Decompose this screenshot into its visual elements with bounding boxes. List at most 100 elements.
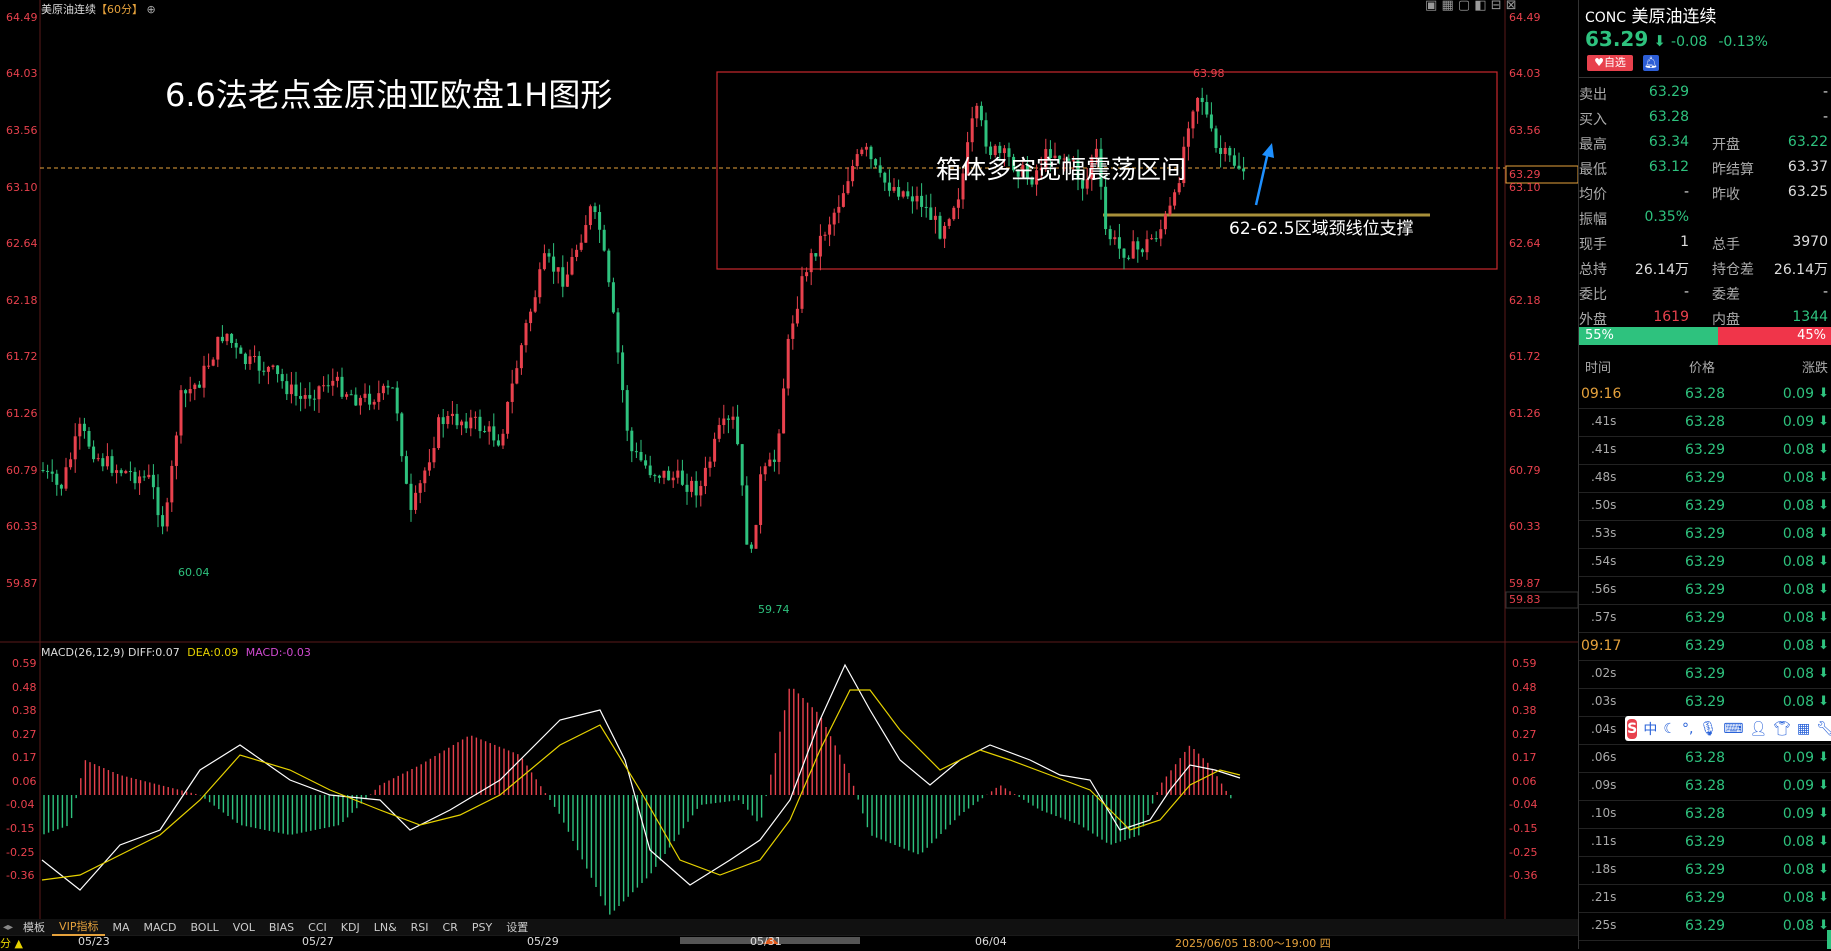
candle-body xyxy=(1104,186,1108,230)
tab-vol[interactable]: VOL xyxy=(226,921,262,934)
down-arrow-icon: ⬇ xyxy=(1818,582,1829,597)
down-arrow-icon: ⬇ xyxy=(1818,414,1829,429)
tick-change: 0.08 xyxy=(1782,554,1814,570)
candle-body xyxy=(809,253,813,273)
candle-body xyxy=(1191,111,1195,129)
quote-label: 委比 xyxy=(1579,287,1607,303)
candle-body xyxy=(230,333,234,343)
tab-macd[interactable]: MACD xyxy=(136,921,183,934)
microphone-icon[interactable]: 🎙︎ xyxy=(1699,721,1717,737)
down-arrow-icon: ⬇ xyxy=(1818,442,1829,457)
wrench-icon[interactable]: 🔧︎ xyxy=(1816,721,1831,737)
watchlist-label: 自选 xyxy=(1603,56,1626,69)
candle-body xyxy=(556,267,560,272)
candle-body xyxy=(570,256,574,275)
tab-cr[interactable]: CR xyxy=(436,921,465,934)
shirt-icon[interactable]: 👕︎ xyxy=(1773,721,1791,737)
tick-row: .10s 63.28 0.09 ⬇ xyxy=(1579,800,1831,829)
candle-body xyxy=(519,345,523,369)
tab-kdj[interactable]: KDJ xyxy=(334,921,367,934)
ime-logo-icon[interactable]: S xyxy=(1627,718,1638,739)
ime-mode[interactable]: 中 xyxy=(1643,719,1657,739)
tab-vip[interactable]: VIP指标 xyxy=(52,918,106,936)
price-tick: 64.49 xyxy=(6,11,38,24)
candle-body xyxy=(846,181,850,194)
candle-body xyxy=(496,440,500,446)
date-tick: 05/23 xyxy=(78,935,110,948)
tab-psy[interactable]: PSY xyxy=(465,921,499,934)
chart-settings-icon[interactable]: ⊕ xyxy=(147,3,156,16)
tab-arrows-icon[interactable]: ◂▸ xyxy=(0,922,16,933)
grid-icon[interactable]: ▦ xyxy=(1441,0,1453,13)
ime-toolbar[interactable]: S 中 ☾ °, 🎙︎ ⌨ 👤︎ 👕︎ ▦ 🔧︎ xyxy=(1625,716,1831,741)
quote-value: 3970 xyxy=(1792,234,1828,250)
candle-body xyxy=(1186,128,1190,147)
candle-body xyxy=(473,416,477,418)
candle-body xyxy=(280,374,284,382)
alert-button[interactable]: 🔔︎ xyxy=(1643,55,1659,71)
panel-icon[interactable]: ◧ xyxy=(1474,0,1486,13)
candle-body xyxy=(795,308,799,324)
restore-icon[interactable]: ▢ xyxy=(1458,0,1470,13)
candle-body xyxy=(165,502,169,527)
candle-body xyxy=(220,336,224,342)
tab-bias[interactable]: BIAS xyxy=(262,921,301,934)
window-controls[interactable]: ▣ ▦ ▢ ◧ ⊟ ⊠ xyxy=(1425,0,1517,13)
price-tick: 61.72 xyxy=(1509,350,1541,363)
price-tick: 64.03 xyxy=(6,67,38,80)
tab-settings[interactable]: 设置 xyxy=(499,919,535,935)
down-arrow-icon: ⬇ xyxy=(1818,470,1829,485)
moon-icon[interactable]: ☾ xyxy=(1663,721,1676,737)
tick-time: .09s xyxy=(1591,778,1617,792)
candle-body xyxy=(598,212,602,230)
tick-change: 0.09 xyxy=(1782,386,1814,402)
candle-body xyxy=(437,417,441,449)
tick-price: 63.29 xyxy=(1685,470,1726,486)
punctuation-icon[interactable]: °, xyxy=(1682,721,1693,737)
watchlist-button[interactable]: ♥自选 xyxy=(1587,55,1633,71)
down-arrow-icon: ⬇ xyxy=(1818,386,1829,401)
candle-body xyxy=(726,418,730,420)
candle-body xyxy=(432,448,436,463)
tick-time: .54s xyxy=(1591,554,1617,568)
tab-rsi[interactable]: RSI xyxy=(404,921,436,934)
candle-body xyxy=(322,385,326,387)
candle-body xyxy=(883,172,887,183)
tick-change: 0.08 xyxy=(1782,694,1814,710)
candle-body xyxy=(956,199,960,208)
keyboard-icon[interactable]: ⌨ xyxy=(1723,721,1743,737)
tick-price: 63.29 xyxy=(1685,526,1726,542)
quote-value: 26.14万 xyxy=(1634,262,1689,278)
tick-time: .18s xyxy=(1591,862,1617,876)
tick-change: 0.08 xyxy=(1782,890,1814,906)
candlestick-chart[interactable] xyxy=(0,0,1578,949)
layout-icon[interactable]: ▣ xyxy=(1425,0,1437,13)
quote-value: - xyxy=(1683,184,1689,200)
tab-boll[interactable]: BOLL xyxy=(183,921,225,934)
chart-period[interactable]: 【60分】 xyxy=(96,3,143,16)
tab-cci[interactable]: CCI xyxy=(301,921,334,934)
quote-value: - xyxy=(1822,109,1828,125)
candle-body xyxy=(478,416,482,432)
diff-line xyxy=(41,663,1241,891)
candle-body xyxy=(634,451,638,453)
tab-template[interactable]: 模板 xyxy=(16,919,52,935)
tab-ma[interactable]: MA xyxy=(105,921,136,934)
quote-row: 委比 - 委差 - xyxy=(1579,280,1831,305)
candle-body xyxy=(78,423,82,437)
candle-body xyxy=(818,235,822,257)
candle-body xyxy=(708,461,712,468)
tick-price: 63.29 xyxy=(1685,610,1726,626)
tick-time: .06s xyxy=(1591,750,1617,764)
date-tick: 05/31 xyxy=(750,935,782,948)
tab-lnn[interactable]: LN& xyxy=(367,921,404,934)
candle-body xyxy=(749,544,753,549)
grid-menu-icon[interactable]: ▦ xyxy=(1797,721,1810,737)
candle-body xyxy=(644,460,648,466)
minus-icon[interactable]: ⊟ xyxy=(1491,0,1502,13)
date-tick: 06/04 xyxy=(975,935,1007,948)
candle-body xyxy=(386,385,390,388)
price-tick: 61.26 xyxy=(6,407,38,420)
low-marker-2: 59.74 xyxy=(758,603,790,616)
user-icon[interactable]: 👤︎ xyxy=(1749,721,1767,737)
